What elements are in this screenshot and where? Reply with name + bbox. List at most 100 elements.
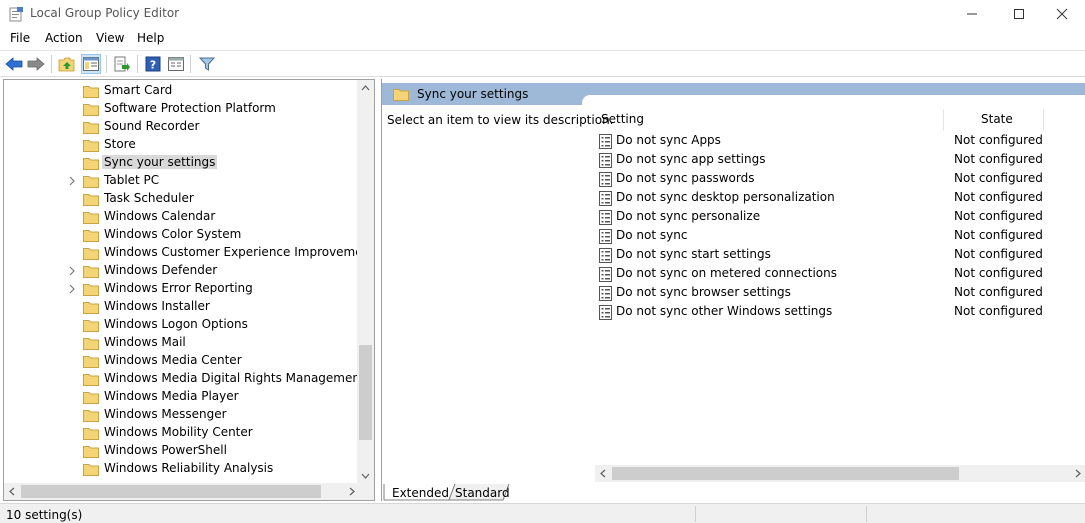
tree-item[interactable]: Tablet PC xyxy=(4,172,360,190)
scroll-up-icon[interactable] xyxy=(357,80,374,97)
help-button[interactable]: ? xyxy=(143,54,163,74)
tree-item[interactable]: Windows Reliability Analysis xyxy=(4,460,360,478)
tree-item[interactable]: Smart Card xyxy=(4,82,360,100)
tree-item[interactable]: Windows Mobility Center xyxy=(4,424,360,442)
tree-item-label: Windows Calendar xyxy=(104,209,216,223)
tree-item[interactable]: Windows Media Digital Rights Management xyxy=(4,370,365,388)
tree-vertical-scrollbar[interactable] xyxy=(357,80,374,484)
policy-setting-state: Not configured xyxy=(954,171,1043,185)
folder-icon xyxy=(393,87,409,101)
policy-setting-row[interactable]: Do not sync passwords Not configured xyxy=(598,170,1078,189)
menu-help[interactable]: Help xyxy=(137,31,164,45)
details-horizontal-scrollbar[interactable] xyxy=(595,465,1085,482)
menu-view[interactable]: View xyxy=(96,31,124,45)
tree-pane[interactable]: Smart Card Software Protection Platform So… xyxy=(3,79,375,501)
tree-item[interactable]: Task Scheduler xyxy=(4,190,360,208)
up-folder-icon xyxy=(58,57,75,72)
policy-setting-row[interactable]: Do not sync Not configured xyxy=(598,227,1078,246)
policy-setting-row[interactable]: Do not sync desktop personalization Not c… xyxy=(598,189,1078,208)
menu-action[interactable]: Action xyxy=(45,31,83,45)
forward-button[interactable] xyxy=(26,54,46,74)
status-bar: 10 setting(s) xyxy=(0,503,1085,523)
scroll-left-icon[interactable] xyxy=(4,483,21,500)
policy-setting-icon xyxy=(599,267,612,282)
tree-item-label: Windows Defender xyxy=(104,263,218,277)
column-header-state[interactable]: State xyxy=(944,109,1044,131)
tree-item[interactable]: Windows Customer Experience Improvement … xyxy=(4,244,374,262)
folder-icon xyxy=(83,230,99,242)
window-title: Local Group Policy Editor xyxy=(30,6,180,20)
filter-button[interactable] xyxy=(197,54,217,74)
policy-setting-row[interactable]: Do not sync app settings Not configured xyxy=(598,151,1078,170)
folder-icon xyxy=(83,194,99,206)
tree-item[interactable]: Windows Defender xyxy=(4,262,360,280)
tab-standard[interactable]: Standard xyxy=(451,484,510,501)
tree-horizontal-scrollbar[interactable] xyxy=(4,483,360,500)
tree-item[interactable]: Windows Media Player xyxy=(4,388,360,406)
tree-item-label: Task Scheduler xyxy=(104,191,194,205)
column-header-setting[interactable]: Setting xyxy=(595,109,944,131)
maximize-button[interactable] xyxy=(996,0,1042,28)
back-button[interactable] xyxy=(4,54,24,74)
tree-item[interactable]: Windows Installer xyxy=(4,298,360,316)
policy-setting-row[interactable]: Do not sync browser settings Not configur… xyxy=(598,284,1078,303)
tree-vertical-scroll-thumb[interactable] xyxy=(359,345,372,440)
svg-text:?: ? xyxy=(150,59,156,72)
policy-setting-row[interactable]: Do not sync other Windows settings Not co… xyxy=(598,303,1078,322)
tree-item[interactable]: Windows Media Center xyxy=(4,352,360,370)
view-tabs: Extended Standard xyxy=(381,484,1085,502)
up-one-level-button[interactable] xyxy=(57,54,77,74)
scroll-left-icon[interactable] xyxy=(595,465,612,482)
scroll-down-icon[interactable] xyxy=(357,467,374,484)
chevron-right-icon[interactable] xyxy=(67,176,77,186)
tree-item[interactable]: Windows Calendar xyxy=(4,208,360,226)
show-hide-tree-button[interactable] xyxy=(81,54,101,74)
policy-setting-state: Not configured xyxy=(954,304,1043,318)
chevron-right-icon[interactable] xyxy=(67,284,77,294)
tree-item[interactable]: Sync your settings xyxy=(4,154,360,172)
tree-item[interactable]: Windows Error Reporting xyxy=(4,280,360,298)
policy-setting-row[interactable]: Do not sync on metered connections Not co… xyxy=(598,265,1078,284)
tree-item[interactable]: Windows Color System xyxy=(4,226,360,244)
tree-item[interactable]: Software Protection Platform xyxy=(4,100,360,118)
folder-icon xyxy=(83,428,99,440)
policy-setting-state: Not configured xyxy=(954,190,1043,204)
tree-item[interactable]: Windows Logon Options xyxy=(4,316,360,334)
details-horizontal-scroll-thumb[interactable] xyxy=(612,467,959,480)
tree-item[interactable]: Windows Messenger xyxy=(4,406,360,424)
back-arrow-icon xyxy=(5,57,23,71)
minimize-button[interactable] xyxy=(949,0,995,28)
export-list-button[interactable] xyxy=(112,54,132,74)
scroll-right-icon[interactable] xyxy=(1069,465,1085,482)
chevron-right-icon[interactable] xyxy=(67,266,77,276)
tree-item-label: Windows Mail xyxy=(104,335,186,349)
close-icon xyxy=(1056,8,1068,20)
show-hide-tree-icon xyxy=(83,57,99,71)
close-button[interactable] xyxy=(1039,0,1085,28)
policy-setting-icon xyxy=(599,286,612,301)
tree-item[interactable]: Windows PowerShell xyxy=(4,442,360,460)
forward-arrow-icon xyxy=(27,57,45,71)
policy-setting-row[interactable]: Do not sync personalize Not configured xyxy=(598,208,1078,227)
minimize-icon xyxy=(967,13,977,15)
policy-setting-name: Do not sync app settings xyxy=(616,152,766,166)
folder-icon xyxy=(83,374,99,386)
policy-setting-row[interactable]: Do not sync Apps Not configured xyxy=(598,132,1078,151)
policy-setting-name: Do not sync desktop personalization xyxy=(616,190,835,204)
tab-extended[interactable]: Extended xyxy=(384,484,450,501)
policy-setting-icon xyxy=(599,172,612,187)
tree-item[interactable]: Windows Mail xyxy=(4,334,360,352)
folder-icon xyxy=(83,464,99,476)
policy-setting-state: Not configured xyxy=(954,285,1043,299)
policy-setting-row[interactable]: Do not sync start settings Not configured xyxy=(598,246,1078,265)
details-header-title: Sync your settings xyxy=(417,87,529,101)
extended-view-button[interactable] xyxy=(166,54,186,74)
tree-horizontal-scroll-thumb[interactable] xyxy=(21,485,321,498)
menu-file[interactable]: File xyxy=(10,31,30,45)
tree-item[interactable]: Sound Recorder xyxy=(4,118,360,136)
policy-setting-icon xyxy=(599,248,612,263)
folder-icon xyxy=(83,86,99,98)
policy-setting-state: Not configured xyxy=(954,247,1043,261)
tree-item[interactable]: Store xyxy=(4,136,360,154)
policy-setting-name: Do not sync on metered connections xyxy=(616,266,838,280)
